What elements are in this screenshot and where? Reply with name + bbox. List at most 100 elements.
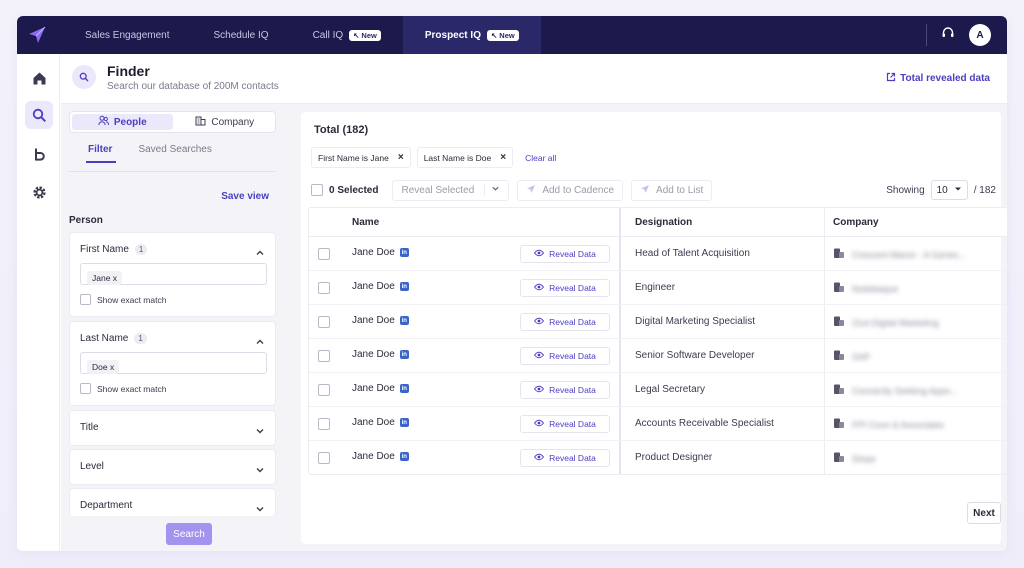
table-row[interactable]: Jane Doe in Reveal Data Product Designer Str… — [309, 441, 1007, 474]
table-row[interactable]: Jane Doe in Reveal Data Digital Marketing S… — [309, 305, 1007, 339]
chevron-down-icon[interactable] — [255, 462, 265, 480]
select-all-checkbox[interactable] — [311, 184, 323, 196]
nav-tab-prospect-iq[interactable]: Prospect IQ ↖ New — [402, 16, 541, 54]
reveal-selected-button[interactable]: Reveal Selected — [392, 179, 510, 201]
first-name-input[interactable]: Jane x — [80, 263, 267, 285]
linkedin-icon[interactable]: in — [399, 418, 409, 427]
row-checkbox[interactable] — [318, 316, 330, 328]
linkedin-icon[interactable]: in — [399, 350, 409, 359]
reveal-data-button[interactable]: Reveal Data — [520, 381, 610, 399]
reveal-data-button[interactable]: Reveal Data — [520, 279, 610, 297]
tab-saved-searches[interactable]: Saved Searches — [138, 144, 211, 163]
next-page-button[interactable]: Next — [967, 502, 1001, 524]
selected-count: 0 Selected — [329, 184, 379, 196]
chevron-up-icon[interactable] — [255, 334, 265, 352]
total-revealed-data-link[interactable]: Total revealed data — [886, 72, 990, 85]
linkedin-icon[interactable]: in — [399, 384, 409, 393]
avatar[interactable]: A — [969, 24, 991, 46]
chevron-down-icon[interactable] — [255, 501, 265, 519]
column-header-company[interactable]: Company — [833, 217, 879, 228]
company-toggle[interactable]: Company — [175, 112, 276, 132]
linkedin-icon[interactable]: in — [399, 452, 409, 461]
people-toggle[interactable]: People — [72, 114, 173, 130]
reveal-data-button[interactable]: Reveal Data — [520, 313, 610, 331]
divider — [926, 24, 927, 46]
level-filter[interactable]: Level — [69, 449, 276, 485]
row-checkbox[interactable] — [318, 350, 330, 362]
last-name-input[interactable]: Doe x — [80, 352, 267, 374]
contact-name[interactable]: Jane Doe in — [352, 451, 409, 462]
column-header-designation[interactable]: Designation — [635, 217, 692, 228]
exact-match-toggle[interactable]: Show exact match — [80, 383, 166, 394]
row-checkbox[interactable] — [318, 452, 330, 464]
row-checkbox[interactable] — [318, 282, 330, 294]
new-badge-label: New — [361, 30, 377, 40]
settings-icon[interactable] — [25, 178, 53, 206]
exact-match-checkbox[interactable] — [80, 383, 91, 394]
add-to-cadence-button[interactable]: Add to Cadence — [517, 179, 624, 201]
home-icon[interactable] — [25, 64, 53, 92]
designation-cell: Digital Marketing Specialist — [635, 316, 756, 327]
filter-label: Department — [80, 500, 133, 511]
external-link-icon — [886, 72, 896, 85]
contact-name[interactable]: Jane Doe in — [352, 417, 409, 428]
chevron-up-icon[interactable] — [255, 245, 265, 263]
column-header-name[interactable]: Name — [352, 217, 379, 228]
contact-name[interactable]: Jane Doe in — [352, 247, 409, 258]
remove-filter-icon[interactable]: × — [398, 152, 404, 163]
contact-name[interactable]: Jane Doe in — [352, 281, 409, 292]
row-checkbox[interactable] — [318, 384, 330, 396]
table-row[interactable]: Jane Doe in Reveal Data Engineer Noteleaque — [309, 271, 1007, 305]
filter-header[interactable]: First Name 1 — [80, 244, 148, 255]
table-row[interactable]: Jane Doe in Reveal Data Head of Talent Acqu… — [309, 237, 1007, 271]
paper-plane-logo[interactable] — [17, 16, 57, 54]
caret-down-icon — [954, 185, 962, 196]
exact-match-toggle[interactable]: Show exact match — [80, 294, 166, 305]
nav-tab-call-iq[interactable]: Call IQ ↖ New — [291, 16, 403, 54]
row-checkbox[interactable] — [318, 418, 330, 430]
chevron-down-icon[interactable] — [255, 423, 265, 441]
row-checkbox[interactable] — [318, 248, 330, 260]
linkedin-icon[interactable]: in — [399, 282, 409, 291]
exact-match-checkbox[interactable] — [80, 294, 91, 305]
search-icon[interactable] — [25, 101, 53, 129]
page-size-select[interactable]: 10 — [930, 180, 968, 200]
contact-name[interactable]: Jane Doe in — [352, 383, 409, 394]
tab-filter[interactable]: Filter — [86, 144, 117, 163]
title-filter[interactable]: Title — [69, 410, 276, 446]
nav-tab-sales-engagement[interactable]: Sales Engagement — [57, 16, 192, 54]
new-badge-label: New — [499, 30, 515, 40]
page-title: Finder — [107, 63, 150, 79]
save-view-link[interactable]: Save view — [221, 191, 269, 202]
headset-icon[interactable] — [941, 26, 955, 45]
nav-tab-schedule-iq[interactable]: Schedule IQ — [192, 16, 291, 54]
remove-filter-icon[interactable]: × — [500, 152, 506, 163]
bullhorn-icon[interactable] — [25, 140, 53, 168]
linkedin-icon[interactable]: in — [399, 248, 409, 257]
department-filter[interactable]: Department — [69, 488, 276, 516]
clear-all-link[interactable]: Clear all — [525, 153, 556, 163]
section-heading-person: Person — [69, 215, 103, 226]
contact-name[interactable]: Jane Doe in — [352, 315, 409, 326]
linkedin-icon[interactable]: in — [399, 316, 409, 325]
table-row[interactable]: Jane Doe in Reveal Data Senior Software Dev… — [309, 339, 1007, 373]
reveal-data-button[interactable]: Reveal Data — [520, 415, 610, 433]
search-button[interactable]: Search — [166, 523, 212, 545]
filter-header[interactable]: Last Name 1 — [80, 333, 147, 344]
results-total: Total (182) — [314, 124, 369, 136]
new-badge: ↖ New — [486, 29, 519, 41]
app-window: Sales Engagement Schedule IQ Call IQ ↖ N… — [17, 16, 1007, 551]
reveal-data-button[interactable]: Reveal Data — [520, 347, 610, 365]
table-row[interactable]: Jane Doe in Reveal Data Accounts Receivable… — [309, 407, 1007, 441]
chevron-down-icon[interactable] — [484, 184, 500, 196]
add-to-list-button[interactable]: Add to List — [631, 179, 713, 201]
select-all[interactable]: 0 Selected — [311, 184, 378, 196]
filter-chip[interactable]: Doe x — [87, 360, 120, 374]
reveal-data-button[interactable]: Reveal Data — [520, 245, 610, 263]
contact-name[interactable]: Jane Doe in — [352, 349, 409, 360]
reveal-data-button[interactable]: Reveal Data — [520, 449, 610, 467]
company-label: Company — [211, 116, 255, 128]
company-logo-icon — [833, 450, 845, 468]
table-row[interactable]: Jane Doe in Reveal Data Legal Secretary Conn… — [309, 373, 1007, 407]
filter-chip[interactable]: Jane x — [87, 271, 123, 285]
